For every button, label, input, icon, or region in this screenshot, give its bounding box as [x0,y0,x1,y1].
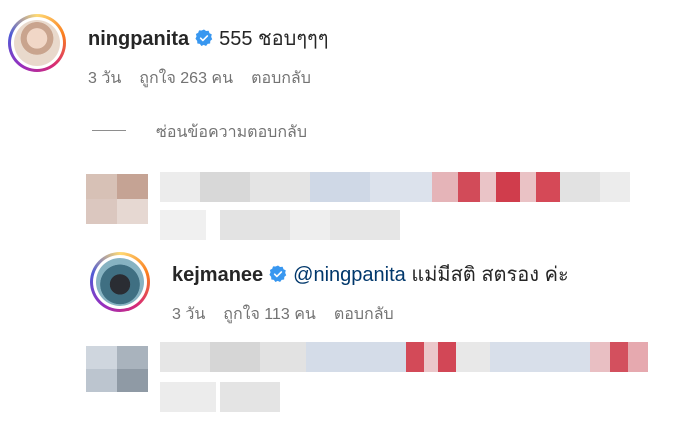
username-ningpanita[interactable]: ningpanita [88,28,189,50]
likes-count[interactable]: ถูกใจ 113 คน [223,306,316,323]
timestamp[interactable]: 3 วัน [172,306,205,323]
comment-text: แม่มีสติ สตรอง ค่ะ [411,264,569,286]
avatar-ningpanita[interactable] [8,14,66,72]
comment-text: 555 ชอบๆๆๆ [219,28,329,50]
censored-comment [160,170,640,242]
censored-avatar [86,346,148,392]
likes-count[interactable]: ถูกใจ 263 คน [139,70,233,87]
reply-button[interactable]: ตอบกลับ [251,70,311,87]
username-kejmanee[interactable]: kejmanee [172,264,263,286]
comment-meta: 3 วัน ถูกใจ 113 คน ตอบกลับ [172,302,412,327]
avatar-kejmanee[interactable] [90,252,150,312]
verified-badge-icon [269,265,287,282]
reply-button[interactable]: ตอบกลับ [334,306,394,323]
censored-avatar [86,174,148,224]
hide-replies-button[interactable]: ซ่อนข้อความตอบกลับ [156,120,307,145]
divider-line [92,130,126,131]
timestamp[interactable]: 3 วัน [88,70,121,87]
censored-comment [160,340,650,416]
mention-link[interactable]: @ningpanita [293,264,406,286]
comment-ningpanita: ningpanita 555 ชอบๆๆๆ [88,26,329,52]
comment-kejmanee: kejmanee @ningpanita แม่มีสติ สตรอง ค่ะ [172,262,569,288]
comment-meta: 3 วัน ถูกใจ 263 คน ตอบกลับ [88,66,329,91]
verified-badge-icon [195,29,213,46]
